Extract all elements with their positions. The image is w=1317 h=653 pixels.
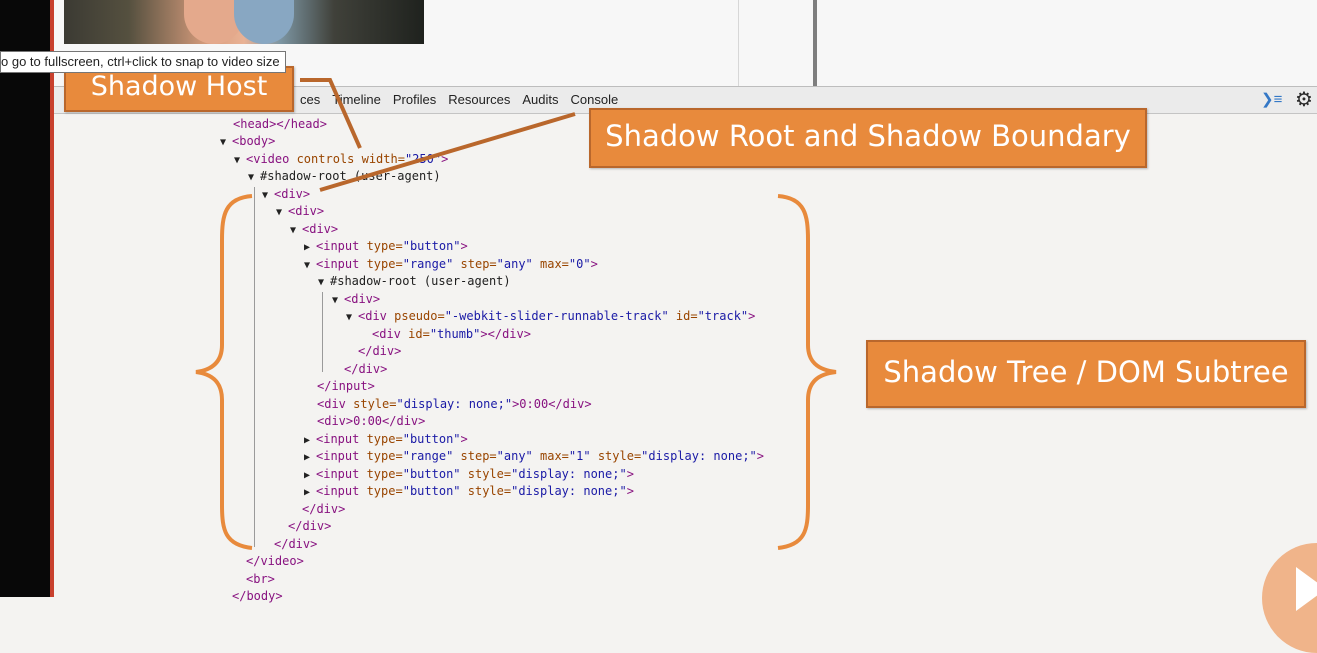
dom-node-shadow-root[interactable]: ▼ #shadow-root (user-agent) (248, 168, 441, 185)
dom-node-close-div[interactable]: </div> (302, 501, 345, 518)
expand-triangle-icon[interactable]: ▼ (332, 292, 344, 309)
dom-node-body[interactable]: ▼ <body> (220, 133, 275, 150)
dom-node-input[interactable]: ▶ <input type="button" style="display: no… (304, 466, 634, 483)
video-player[interactable] (64, 0, 424, 44)
video-tooltip: o go to fullscreen, ctrl+click to snap t… (0, 51, 286, 73)
left-black-bar (0, 0, 50, 597)
dom-node-div[interactable]: ▼ <div> (290, 221, 338, 238)
dom-node-input[interactable]: ▶ <input type="button"> (304, 238, 468, 255)
dom-node-div-hidden[interactable]: <div style="display: none;">0:00</div> (317, 396, 592, 413)
dom-node-head[interactable]: <head></head> (233, 116, 327, 133)
dom-node-div[interactable]: ▼ <div> (276, 203, 324, 220)
panel-splitter[interactable] (813, 0, 817, 86)
dom-node-close-div[interactable]: </div> (288, 518, 331, 535)
dom-node-close-div[interactable]: </div> (358, 343, 401, 360)
video-frame-object (234, 0, 294, 44)
dom-node-div[interactable]: ▼ <div> (332, 291, 380, 308)
tab-audits[interactable]: Audits (516, 87, 564, 113)
dom-node-input-range[interactable]: ▼ <input type="range" step="any" max="0"> (304, 256, 598, 273)
callout-shadow-root: Shadow Root and Shadow Boundary (589, 108, 1147, 168)
devtools-tabs: ces Timeline Profiles Resources Audits C… (294, 87, 624, 113)
collapsed-triangle-icon[interactable]: ▶ (304, 467, 316, 484)
dom-node-close-div[interactable]: </div> (344, 361, 387, 378)
dom-node-div[interactable]: ▼ <div> (262, 186, 310, 203)
play-button[interactable] (1262, 543, 1317, 653)
expand-triangle-icon[interactable]: ▼ (248, 169, 260, 186)
collapsed-triangle-icon[interactable]: ▶ (304, 449, 316, 466)
expand-triangle-icon[interactable]: ▼ (346, 309, 358, 326)
tab-resources[interactable]: Resources (442, 87, 516, 113)
dom-node-div-time[interactable]: <div>0:00</div> (317, 413, 425, 430)
tree-guide-line (254, 187, 255, 547)
dom-node-input[interactable]: ▶ <input type="button" style="display: no… (304, 483, 634, 500)
panel-divider (738, 0, 739, 86)
tab-timeline[interactable]: Timeline (326, 87, 387, 113)
left-curly-brace (195, 194, 253, 550)
collapsed-triangle-icon[interactable]: ▶ (304, 484, 316, 501)
dom-node-close-input[interactable]: </input> (317, 378, 375, 395)
dom-node-input[interactable]: ▶ <input type="button"> (304, 431, 468, 448)
tab-sources[interactable]: ces (294, 87, 326, 113)
dom-node-div-track[interactable]: ▼ <div pseudo="-webkit-slider-runnable-tr… (346, 308, 755, 325)
expand-triangle-icon[interactable]: ▼ (220, 134, 232, 151)
dom-node-shadow-root[interactable]: ▼ #shadow-root (user-agent) (318, 273, 511, 290)
dom-node-close-div[interactable]: </div> (274, 536, 317, 553)
collapsed-triangle-icon[interactable]: ▶ (304, 432, 316, 449)
expand-triangle-icon[interactable]: ▼ (276, 204, 288, 221)
expand-triangle-icon[interactable]: ▼ (290, 222, 302, 239)
gear-icon[interactable]: ⚙ (1295, 89, 1317, 111)
callout-shadow-tree: Shadow Tree / DOM Subtree (866, 340, 1306, 408)
expand-triangle-icon[interactable]: ▼ (234, 152, 246, 169)
dom-node-input-range[interactable]: ▶ <input type="range" step="any" max="1" … (304, 448, 764, 465)
console-drawer-icon[interactable]: ❯≡ (1261, 90, 1283, 110)
dom-node-br[interactable]: <br> (246, 571, 275, 588)
expand-triangle-icon[interactable]: ▼ (318, 274, 330, 291)
dom-node-close-video[interactable]: </video> (246, 553, 304, 570)
expand-triangle-icon[interactable]: ▼ (262, 187, 274, 204)
expand-triangle-icon[interactable]: ▼ (304, 257, 316, 274)
collapsed-triangle-icon[interactable]: ▶ (304, 239, 316, 256)
tab-profiles[interactable]: Profiles (387, 87, 442, 113)
dom-node-div-thumb[interactable]: <div id="thumb"></div> (372, 326, 531, 343)
tree-guide-line-inner (322, 292, 323, 372)
right-curly-brace (777, 194, 837, 550)
play-icon (1296, 567, 1317, 611)
dom-node-video[interactable]: ▼ <video controls width="250"> (234, 151, 448, 168)
